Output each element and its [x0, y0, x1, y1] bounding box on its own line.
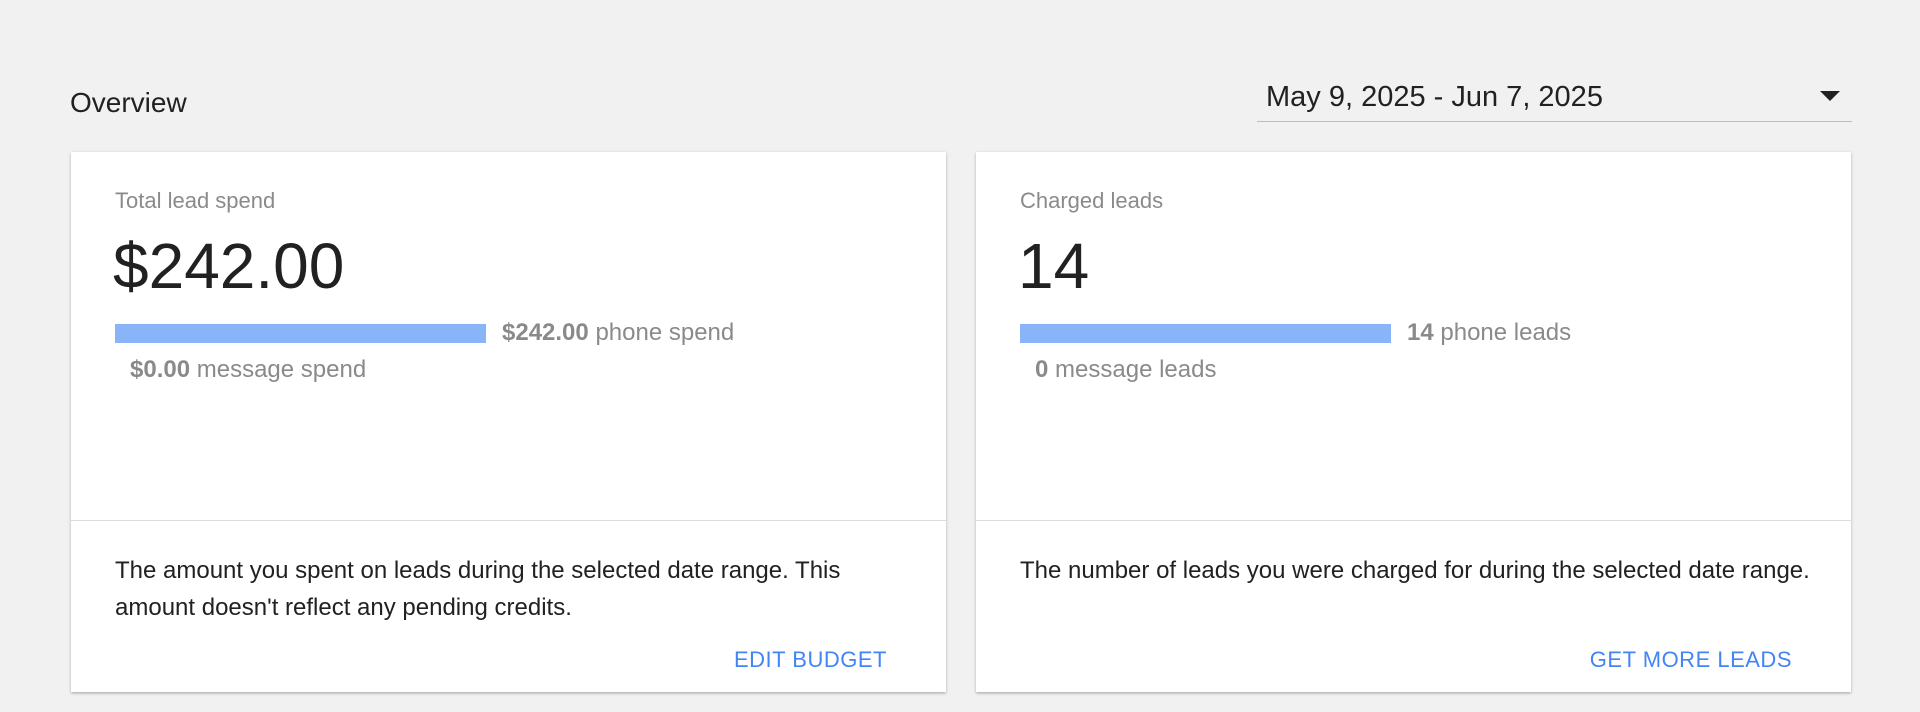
message-leads-amount: 0 [1035, 356, 1049, 383]
phone-spend-row: $242.00 phone spend [115, 318, 734, 348]
card-label: Total lead spend [115, 188, 276, 213]
phone-leads-row: 14 phone leads [1020, 318, 1571, 348]
phone-spend-label: phone spend [595, 319, 735, 346]
spend-description: The amount you spent on leads during the… [115, 557, 841, 621]
phone-leads-bar [1020, 323, 1391, 343]
message-spend-label: message spend [196, 356, 367, 383]
message-spend-row: $0.00 message spend [130, 355, 366, 385]
charged-leads-card: Charged leads 14 14 phone leads 0 messag… [976, 152, 1851, 692]
get-more-leads-button[interactable]: GET MORE LEADS [1590, 645, 1792, 675]
card-summary: Total lead spend $242.00 $242.00 phone s… [71, 152, 946, 521]
phone-leads-amount: 14 [1407, 319, 1434, 346]
edit-budget-button[interactable]: EDIT BUDGET [734, 645, 887, 675]
caret-down-icon[interactable] [1820, 91, 1840, 101]
date-range-value: May 9, 2025 - Jun 7, 2025 [1266, 81, 1603, 113]
phone-spend-bar [115, 323, 486, 343]
date-range-dropdown[interactable]: May 9, 2025 - Jun 7, 2025 [1257, 73, 1852, 122]
card-summary: Charged leads 14 14 phone leads 0 messag… [976, 152, 1851, 521]
phone-spend-caption: $242.00 phone spend [502, 318, 734, 348]
charged-leads-value: 14 [1018, 230, 1090, 302]
message-leads-label: message leads [1055, 356, 1217, 383]
phone-leads-label: phone leads [1440, 319, 1572, 346]
phone-spend-amount: $242.00 [502, 319, 589, 346]
overview-title: Overview [70, 87, 187, 118]
message-leads-row: 0 message leads [1035, 355, 1216, 385]
phone-leads-caption: 14 phone leads [1407, 318, 1571, 348]
overview-page: Overview May 9, 2025 - Jun 7, 2025 Total… [0, 0, 1920, 712]
message-spend-amount: $0.00 [130, 356, 191, 383]
card-label: Charged leads [1020, 188, 1164, 213]
leads-description: The number of leads you were charged for… [1020, 557, 1810, 584]
total-lead-spend-card: Total lead spend $242.00 $242.00 phone s… [71, 152, 946, 692]
total-spend-value: $242.00 [113, 230, 345, 302]
